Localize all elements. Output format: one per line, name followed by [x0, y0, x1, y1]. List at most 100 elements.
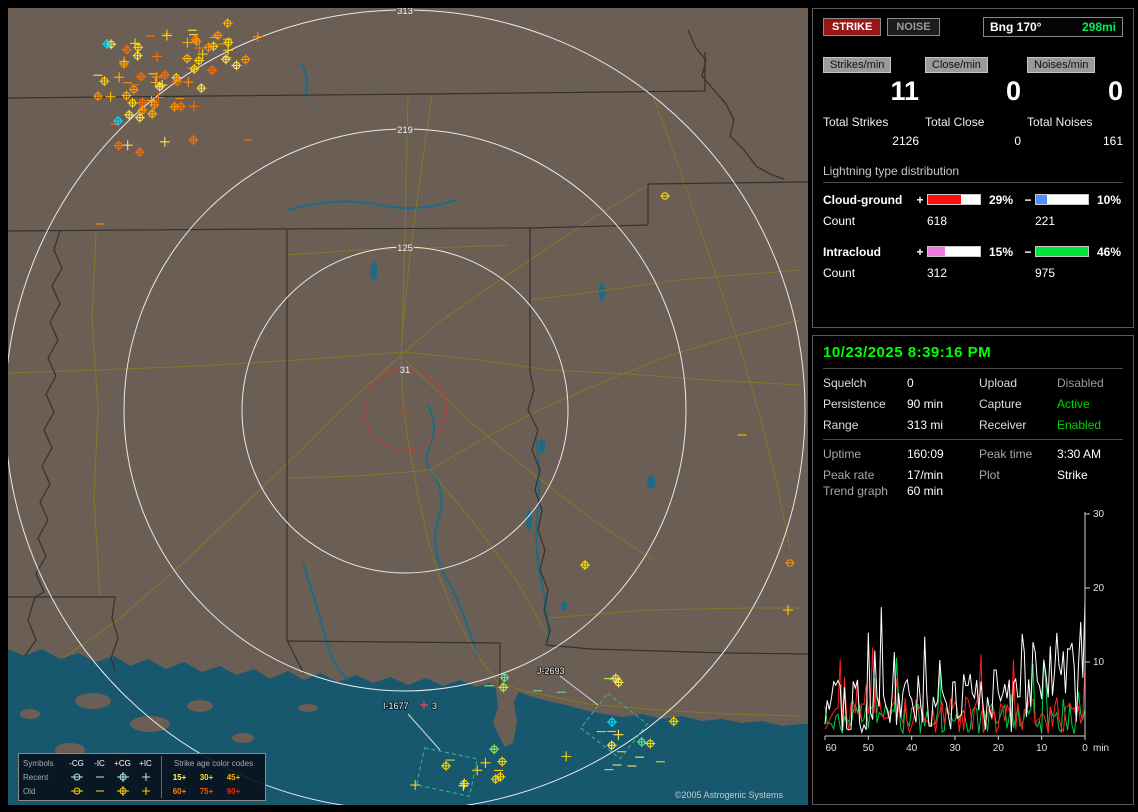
distance-value: 298mi — [1081, 20, 1116, 34]
plus-icon — [134, 772, 157, 782]
age-code: 30+ — [199, 772, 214, 782]
circle-plus-icon — [111, 786, 134, 796]
plus-icon — [134, 786, 157, 796]
ring-label-31: 31 — [400, 365, 411, 376]
squelch-label: Squelch — [823, 376, 867, 390]
range-label: Range — [823, 418, 859, 432]
range-value: 313 mi — [907, 418, 944, 432]
plus-sign: + — [916, 192, 924, 207]
strikes-counter-column: Strikes/min 11 Total Strikes 2126 — [823, 57, 919, 148]
age-code: 60+ — [172, 786, 187, 796]
total-strikes-value: 2126 — [892, 133, 919, 148]
minus-sign: − — [1024, 192, 1032, 207]
total-noises-label: Total Noises — [1027, 114, 1093, 129]
trend-graph-window: 60 min — [907, 484, 944, 498]
age-code: 15+ — [172, 772, 187, 782]
distribution-table: Cloud-ground + 29% − 10% Count 618 221 I… — [823, 193, 1123, 280]
ic-minus-bar — [1035, 246, 1089, 258]
total-noises-value: 161 — [1102, 133, 1123, 148]
bearing-value: Bng 170° — [990, 20, 1042, 34]
plot-label: Plot — [979, 468, 1000, 482]
legend-col-neg-ic: -IC — [94, 758, 105, 768]
trend-x-tick: 20 — [993, 743, 1005, 754]
trend-graph-row: Trend graph 60 min — [823, 484, 1123, 498]
trend-x-unit: min — [1093, 743, 1109, 754]
cg-plus-count: 618 — [927, 213, 948, 228]
noises-counter-column: Noises/min 0 Total Noises 161 — [1027, 57, 1123, 148]
legend-symbols-title: Symbols — [23, 758, 54, 768]
close-per-min-value: 0 — [1005, 76, 1021, 106]
legend-col-neg-cg: -CG — [69, 758, 84, 768]
receiver-label: Receiver — [979, 418, 1027, 432]
receiver-status: Enabled — [1057, 418, 1102, 432]
strike-indicator-button[interactable]: STRIKE — [823, 18, 882, 36]
cg-minus-bar-fill — [1036, 195, 1048, 205]
minus-icon — [88, 772, 111, 782]
minus-icon — [88, 786, 111, 796]
ic-minus-bar-fill — [1036, 247, 1088, 257]
status-panel: STRIKE NOISE Bng 170° 298mi Strikes/min … — [812, 8, 1134, 805]
legend-divider — [161, 784, 162, 798]
circle-plus-icon — [111, 772, 134, 782]
trend-x-tick: 60 — [825, 743, 837, 754]
cg-minus-count: 221 — [1035, 213, 1056, 228]
noises-per-min-value: 0 — [1107, 76, 1123, 106]
total-close-value: 0 — [1014, 133, 1021, 148]
count-label: Count — [823, 265, 856, 280]
close-per-min-chip[interactable]: Close/min — [925, 57, 988, 73]
circle-minus-icon — [65, 786, 88, 796]
distribution-title: Lightning type distribution — [823, 164, 1123, 183]
trend-x-tick: 50 — [863, 743, 875, 754]
ring-label-125: 125 — [397, 243, 413, 254]
close-counter-column: Close/min 0 Total Close 0 — [925, 57, 1021, 148]
storm-cell-suffix: 3 — [432, 701, 437, 711]
upload-label: Upload — [979, 376, 1018, 390]
trend-graph-label: Trend graph — [823, 484, 888, 498]
stats-grid: Uptime 160:09 Peak time 3:30 AM Peak rat… — [823, 447, 1123, 482]
noise-indicator-button[interactable]: NOISE — [887, 18, 940, 36]
trend-x-tick: 40 — [906, 743, 918, 754]
age-code: 45+ — [226, 772, 241, 782]
cg-plus-pct: 29% — [989, 192, 1014, 207]
peak-rate-value: 17/min — [907, 468, 944, 482]
minus-sign: − — [1024, 244, 1032, 259]
plot-value: Strike — [1057, 468, 1088, 482]
total-strikes-label: Total Strikes — [823, 114, 889, 129]
plus-sign: + — [916, 244, 924, 259]
legend-col-pos-ic: +IC — [139, 758, 152, 768]
squelch-value: 0 — [907, 376, 914, 390]
lightning-map[interactable]: J-2693 I-1677 3 313 219 125 31 Symbols -… — [8, 8, 808, 805]
separator — [823, 368, 1123, 369]
ring-label-313: 313 — [397, 8, 413, 17]
trend-x-tick: 10 — [1036, 743, 1048, 754]
sensor-location-dot — [403, 408, 407, 412]
cg-plus-bar-fill — [928, 195, 961, 205]
rate-counters: Strikes/min 11 Total Strikes 2126 Close/… — [823, 57, 1123, 148]
cloud-ground-label: Cloud-ground — [823, 192, 903, 207]
trend-x-tick: 0 — [1082, 743, 1088, 754]
noises-per-min-chip[interactable]: Noises/min — [1027, 57, 1096, 73]
trend-y-tick: 20 — [1093, 583, 1105, 594]
age-code: 90+ — [226, 786, 241, 796]
strikes-per-min-chip[interactable]: Strikes/min — [823, 57, 892, 73]
legend-divider — [161, 770, 162, 784]
capture-status: Active — [1057, 397, 1090, 411]
cg-plus-bar — [927, 194, 981, 206]
age-code: 75+ — [199, 786, 214, 796]
total-close-label: Total Close — [925, 114, 985, 129]
cg-minus-pct: 10% — [1097, 192, 1122, 207]
uptime-label: Uptime — [823, 447, 862, 461]
separator — [823, 439, 1123, 440]
ring-label-219: 219 — [397, 125, 413, 136]
trend-series — [824, 601, 1086, 735]
ic-minus-pct: 46% — [1097, 244, 1122, 259]
intracloud-label: Intracloud — [823, 244, 882, 259]
uptime-value: 160:09 — [907, 447, 944, 461]
trend-graph: 10 20 30 60 50 40 30 20 10 0 min — [824, 509, 1109, 754]
trend-y-tick: 10 — [1093, 657, 1105, 668]
persistence-value: 90 min — [907, 397, 944, 411]
legend-old-label: Old — [23, 786, 36, 796]
trend-x-tick: 30 — [949, 743, 961, 754]
peak-time-value: 3:30 AM — [1057, 447, 1102, 461]
upload-status: Disabled — [1057, 376, 1104, 390]
